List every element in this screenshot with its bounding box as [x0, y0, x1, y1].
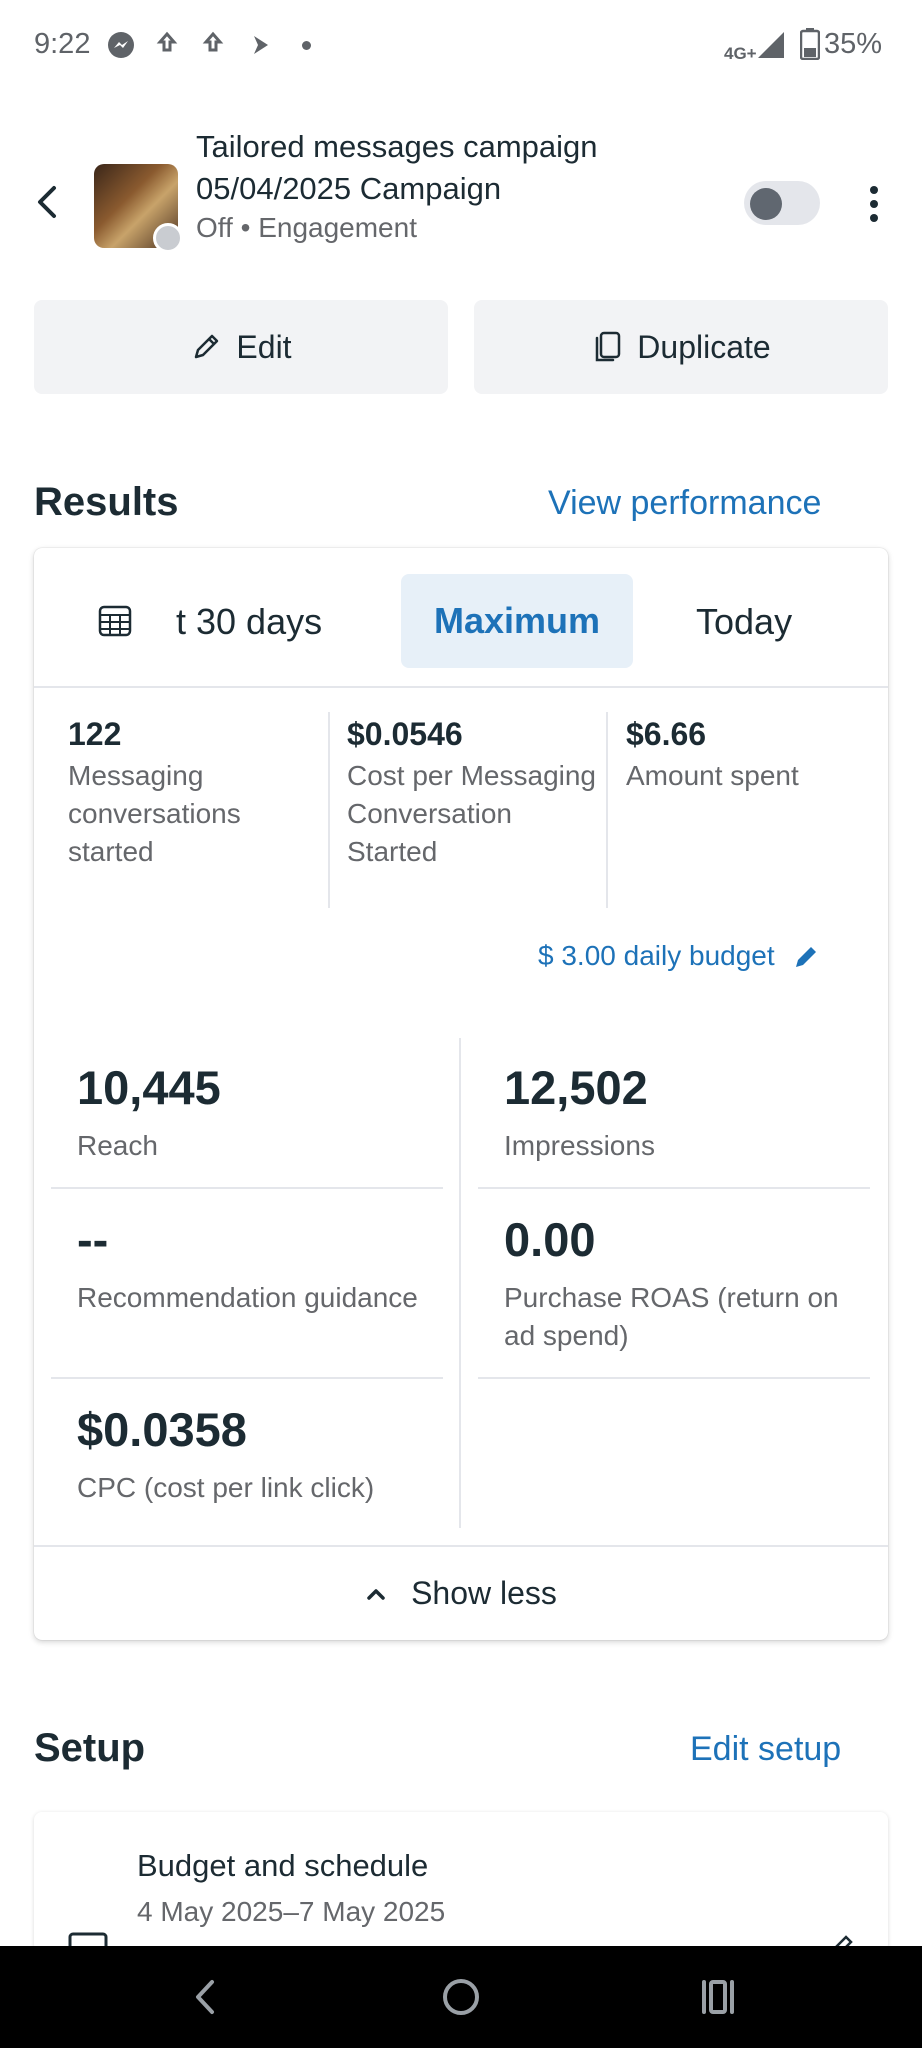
edit-button-label: Edit	[236, 328, 292, 365]
show-less-label: Show less	[411, 1575, 557, 1611]
metric-label: Cost per Messaging Conversation Started	[347, 760, 597, 867]
messenger-icon	[108, 32, 134, 58]
metric-value: 0.00	[504, 1213, 596, 1266]
status-bar: 9:22 4G+ 35%	[0, 0, 922, 92]
sync-icon	[156, 31, 178, 52]
signal-icon	[758, 32, 784, 58]
campaign-title: Tailored messages campaign 05/04/2025 Ca…	[196, 126, 598, 210]
divider	[51, 1377, 443, 1379]
calendar-icon[interactable]	[98, 604, 132, 638]
system-navigation-bar	[0, 1946, 922, 2048]
chevron-up-icon	[367, 1588, 385, 1600]
campaign-title-line2: 05/04/2025 Campaign	[196, 171, 502, 206]
metric-value: 122	[68, 716, 122, 752]
range-option-last-30-days[interactable]: t 30 days	[176, 601, 322, 643]
arrow-icon	[254, 36, 268, 54]
metric-value: $0.0358	[77, 1403, 247, 1456]
metric-label: Reach	[77, 1130, 158, 1161]
daily-budget-link[interactable]: $ 3.00 daily budget	[538, 940, 821, 972]
metric-value: $0.0546	[347, 716, 463, 752]
budget-schedule-card[interactable]: Budget and schedule 4 May 2025–7 May 202…	[34, 1812, 888, 1952]
nav-back-icon[interactable]	[190, 1976, 220, 2018]
back-arrow-icon[interactable]	[34, 184, 60, 220]
budget-schedule-title: Budget and schedule	[137, 1848, 429, 1883]
results-title: Results	[34, 480, 179, 524]
metric-messaging-conversations: 122 Messaging conversations started	[68, 716, 318, 871]
metric-label: Amount spent	[626, 760, 799, 791]
metric-cost-per-conversation: $0.0546 Cost per Messaging Conversation …	[347, 716, 597, 871]
view-performance-link[interactable]: View performance	[548, 484, 821, 523]
pencil-icon	[795, 947, 816, 967]
metric-purchase-roas: 0.00 Purchase ROAS (return on ad spend)	[504, 1212, 864, 1355]
sync-icon	[202, 31, 224, 52]
battery-level: 35%	[824, 28, 883, 60]
edit-setup-link[interactable]: Edit setup	[690, 1730, 841, 1769]
campaign-title-line1: Tailored messages campaign	[196, 129, 598, 164]
edit-button[interactable]: Edit	[34, 300, 448, 394]
duplicate-icon	[596, 331, 621, 362]
duplicate-button[interactable]: Duplicate	[474, 300, 888, 394]
divider	[51, 1187, 443, 1189]
divider	[328, 712, 330, 908]
more-options-icon[interactable]	[864, 184, 884, 224]
status-time: 9:22	[34, 28, 91, 60]
metric-label: Impressions	[504, 1130, 655, 1161]
metric-label: Purchase ROAS (return on ad spend)	[504, 1282, 839, 1351]
duplicate-button-label: Duplicate	[637, 328, 771, 365]
range-option-maximum[interactable]: Maximum	[401, 574, 633, 668]
daily-budget-label: $ 3.00 daily budget	[538, 940, 775, 971]
notification-dot	[302, 41, 311, 50]
status-dot	[153, 223, 183, 253]
divider	[478, 1187, 870, 1189]
budget-schedule-dates: 4 May 2025–7 May 2025	[137, 1896, 446, 1927]
network-type: 4G+	[724, 44, 757, 63]
range-option-today[interactable]: Today	[696, 601, 792, 643]
metric-amount-spent: $6.66 Amount spent	[626, 716, 876, 795]
metric-label: Messaging conversations started	[68, 760, 241, 867]
grid-divider	[459, 1038, 461, 1528]
battery-icon	[800, 28, 820, 60]
metric-value: 12,502	[504, 1061, 648, 1114]
divider	[478, 1377, 870, 1379]
metric-impressions: 12,502 Impressions	[504, 1060, 864, 1165]
metric-value: 10,445	[77, 1061, 221, 1114]
metric-recommendation-guidance: -- Recommendation guidance	[77, 1212, 437, 1317]
metric-label: Recommendation guidance	[77, 1282, 418, 1313]
show-less-button[interactable]: Show less	[34, 1547, 888, 1640]
pencil-icon	[195, 334, 219, 359]
metric-value: --	[77, 1213, 109, 1266]
campaign-subtitle: Off • Engagement	[196, 212, 417, 243]
metric-reach: 10,445 Reach	[77, 1060, 437, 1165]
nav-recents-icon[interactable]	[698, 1978, 738, 2016]
divider	[606, 712, 608, 908]
setup-title: Setup	[34, 1726, 146, 1770]
metric-cpc: $0.0358 CPC (cost per link click)	[77, 1402, 457, 1507]
metric-value: $6.66	[626, 716, 707, 752]
toggle-knob	[750, 188, 782, 220]
metric-label: CPC (cost per link click)	[77, 1472, 375, 1503]
nav-home-icon[interactable]	[440, 1976, 482, 2018]
